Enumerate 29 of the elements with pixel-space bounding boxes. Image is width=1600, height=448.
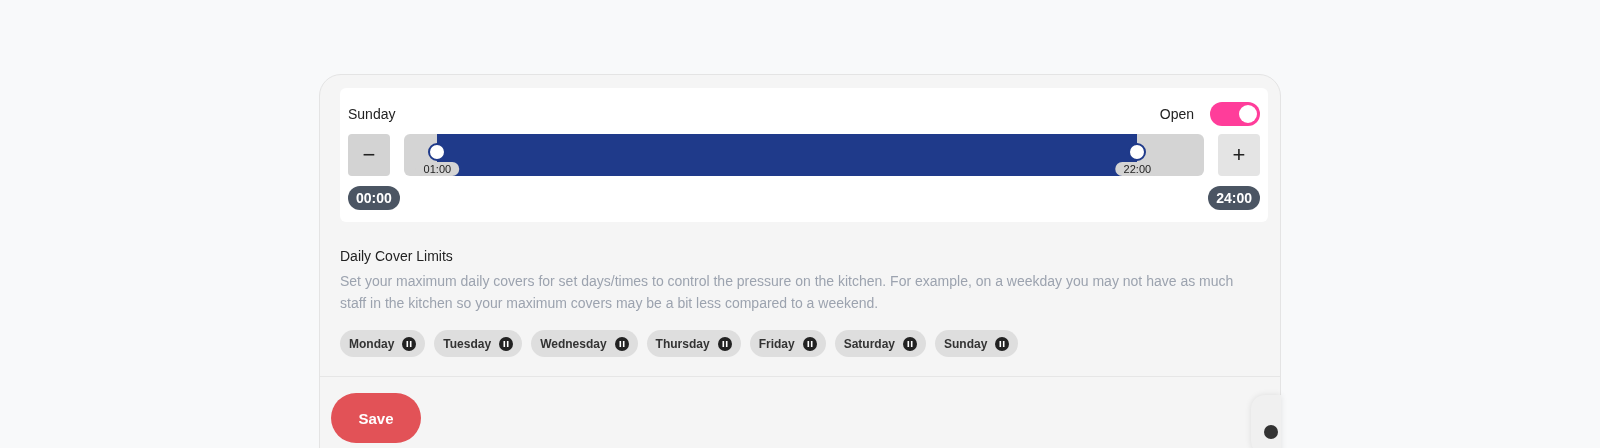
floating-tab[interactable]	[1251, 395, 1281, 448]
day-label: Sunday	[348, 106, 396, 122]
slider-thumb[interactable]	[1128, 143, 1147, 161]
day-chip[interactable]: Wednesday	[531, 330, 638, 357]
dot-icon	[1264, 425, 1278, 439]
section-description: Set your maximum daily covers for set days/times to control the pressure on the kitchen. For example, on a weekday you may not have as much staff in the kitchen so your maximum covers may be a bit less compared to a weekend.	[340, 272, 1235, 313]
slider-thumb[interactable]	[428, 143, 447, 161]
max-time-label: 24:00	[1208, 186, 1260, 210]
pause-icon	[995, 336, 1010, 351]
open-toggle[interactable]	[1210, 102, 1260, 126]
min-time-label: 00:00	[348, 186, 400, 210]
range-track[interactable]: 01:00 22:00	[404, 134, 1204, 176]
day-chip[interactable]: Sunday	[935, 330, 1019, 357]
pause-icon	[499, 336, 514, 351]
pause-icon	[903, 336, 917, 351]
save-button[interactable]: Save	[331, 393, 421, 443]
minus-button[interactable]: −	[348, 134, 390, 176]
day-chip[interactable]: Thursday	[646, 330, 741, 357]
day-chip[interactable]: Friday	[749, 330, 826, 357]
day-chip[interactable]: Monday	[340, 330, 426, 357]
pause-icon	[402, 336, 417, 351]
section-title: Daily Cover Limits	[340, 248, 454, 264]
pause-icon	[717, 336, 732, 351]
pause-icon	[614, 336, 629, 351]
plus-button[interactable]: +	[1218, 134, 1260, 176]
day-chip[interactable]: Saturday	[834, 330, 926, 357]
day-chip[interactable]: Tuesday	[434, 330, 523, 357]
open-label: Open	[1159, 106, 1194, 122]
pause-icon	[802, 336, 817, 351]
